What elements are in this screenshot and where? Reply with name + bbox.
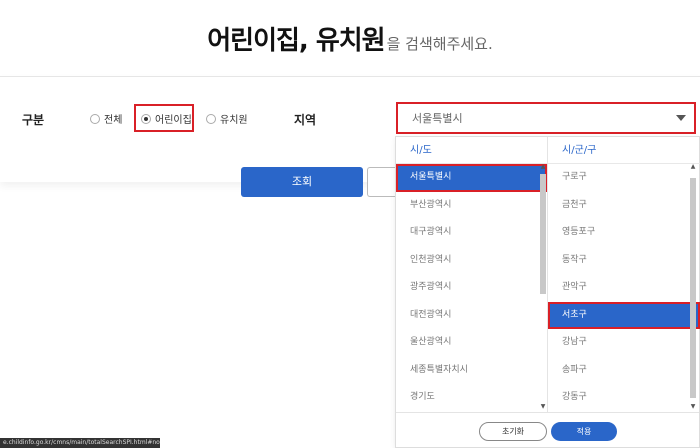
radio-daycare-label: 어린이집: [155, 115, 192, 126]
province-option[interactable]: 인천광역시: [396, 247, 547, 275]
district-header: 시/군/구: [548, 137, 700, 164]
province-header: 시/도: [396, 137, 547, 164]
district-option[interactable]: 영등포구: [548, 219, 700, 247]
radio-kindergarten-label: 유치원: [220, 115, 248, 126]
scroll-thumb[interactable]: [690, 178, 696, 398]
province-option[interactable]: 대전광역시: [396, 302, 547, 330]
radio-daycare[interactable]: 어린이집: [141, 111, 192, 126]
scroll-down-icon[interactable]: ▼: [690, 404, 696, 410]
district-column: 시/군/구 구로구 금천구 영등포구 동작구 관악구 서초구 강남구 송파구 강동구: [548, 137, 700, 412]
radio-kindergarten-dot[interactable]: [206, 113, 216, 124]
province-option[interactable]: 광주광역시: [396, 274, 547, 302]
region-dropdown: 시/도 서울특별시 부산광역시 대구광역시 인천광역시 광주광역시 대전광역시 울산광역시 세…: [395, 136, 700, 448]
district-option[interactable]: 구로구: [548, 164, 700, 192]
heading-strong: 어린이집, 유치원: [207, 26, 385, 56]
scroll-up-icon[interactable]: ▲: [690, 164, 696, 170]
district-option[interactable]: 강남구: [548, 329, 700, 357]
district-option[interactable]: 송파구: [548, 357, 700, 385]
scroll-thumb[interactable]: [540, 174, 546, 294]
district-option[interactable]: 금천구: [548, 192, 700, 220]
district-list: 구로구 금천구 영등포구 동작구 관악구 서초구 강남구 송파구 강동구: [548, 164, 700, 412]
caret-down-icon: [676, 115, 686, 121]
scroll-up-icon[interactable]: ▲: [540, 164, 546, 170]
province-option[interactable]: 세종특별자치시: [396, 357, 547, 385]
search-button[interactable]: 조회: [241, 167, 363, 197]
reset-button[interactable]: 초기화: [479, 422, 547, 441]
radio-all[interactable]: 전체: [90, 111, 122, 126]
radio-kindergarten[interactable]: 유치원: [206, 111, 248, 126]
province-option[interactable]: 서울특별시: [396, 164, 547, 192]
province-option[interactable]: 울산광역시: [396, 329, 547, 357]
apply-button[interactable]: 적용: [551, 422, 617, 441]
dropdown-footer: 초기화 적용: [396, 412, 699, 448]
district-option[interactable]: 관악구: [548, 274, 700, 302]
page-heading: 어린이집, 유치원 을 검색해주세요.: [0, 20, 700, 57]
province-scrollbar[interactable]: ▲ ▼: [540, 164, 546, 412]
district-option[interactable]: 서초구: [548, 301, 700, 329]
scroll-down-icon[interactable]: ▼: [540, 404, 546, 410]
district-option[interactable]: 동작구: [548, 247, 700, 275]
radio-all-label: 전체: [104, 115, 123, 126]
secondary-button[interactable]: [367, 167, 397, 197]
province-list: 서울특별시 부산광역시 대구광역시 인천광역시 광주광역시 대전광역시 울산광역시 세종특별자…: [396, 164, 547, 412]
radio-all-dot[interactable]: [90, 113, 100, 124]
province-option[interactable]: 경기도: [396, 384, 547, 412]
radio-daycare-dot[interactable]: [141, 113, 151, 124]
district-option[interactable]: 강동구: [548, 384, 700, 412]
status-bar-url: e.childinfo.go.kr/cmns/main/totalSearchS…: [0, 438, 160, 448]
district-scrollbar[interactable]: ▲ ▼: [690, 164, 696, 412]
region-select-value: 서울특별시: [412, 112, 463, 125]
province-option[interactable]: 대구광역시: [396, 219, 547, 247]
heading-light: 을 검색해주세요.: [386, 35, 493, 53]
region-select[interactable]: 서울특별시: [396, 102, 696, 134]
region-label: 지역: [294, 113, 317, 127]
province-column: 시/도 서울특별시 부산광역시 대구광역시 인천광역시 광주광역시 대전광역시 울산광역시 세…: [396, 137, 548, 412]
type-label: 구분: [22, 113, 45, 127]
province-option[interactable]: 부산광역시: [396, 192, 547, 220]
